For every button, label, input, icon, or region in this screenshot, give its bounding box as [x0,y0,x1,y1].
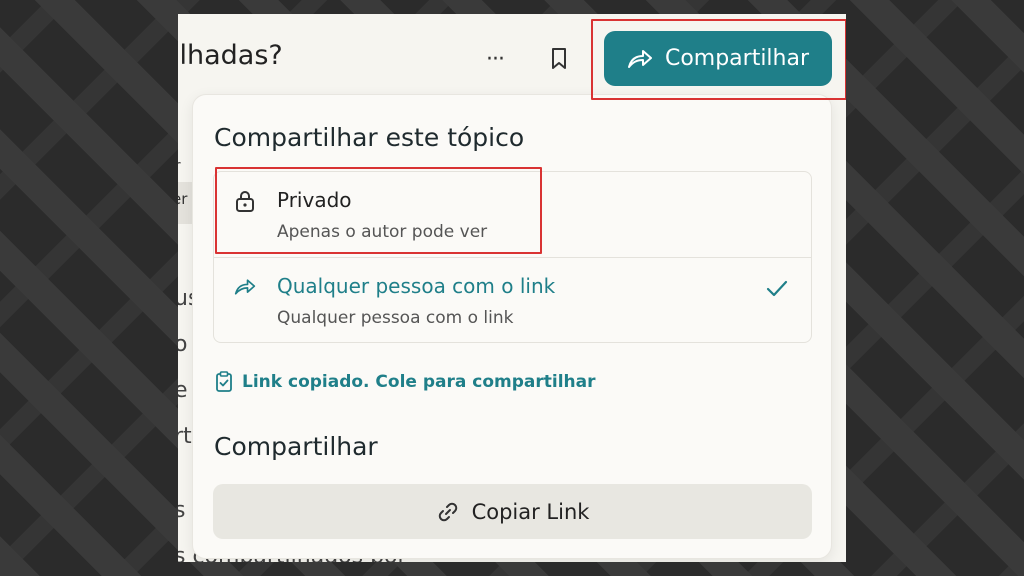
background-text: e [178,378,188,403]
background-text: r [178,156,181,175]
share-section-title: Compartilhar [214,432,378,461]
app-screenshot: ilhadas? ··· Compartilhar r er us o e rt… [178,14,846,562]
bookmark-button[interactable] [542,42,576,76]
page-title: ilhadas? [178,40,283,71]
background-text: s [178,498,186,523]
share-panel-title: Compartilhar este tópico [214,123,525,152]
share-arrow-icon [234,279,256,295]
link-icon [438,502,457,521]
share-panel: Compartilhar este tópico Privado Apenas … [192,94,832,559]
option-description: Qualquer pessoa com o link [277,308,514,328]
option-anyone-with-link[interactable]: Qualquer pessoa com o link Qualquer pess… [214,258,811,342]
copy-link-label: Copiar Link [471,499,590,524]
copy-link-button[interactable]: Copiar Link [213,484,812,539]
link-copied-text: Link copiado. Cole para compartilhar [242,371,596,392]
option-label: Qualquer pessoa com o link [277,274,556,298]
background-tag: er [178,182,192,224]
more-options-button[interactable]: ··· [478,44,512,74]
checkmark-icon [766,280,788,297]
highlight-box-private [215,167,542,254]
link-copied-message: Link copiado. Cole para compartilhar [215,371,596,392]
background-text: o [178,332,188,357]
bookmark-icon [552,48,566,69]
clipboard-check-icon [216,371,232,392]
highlight-box-share [591,19,846,100]
more-icon: ··· [486,46,505,72]
background-text: rt [178,424,192,449]
